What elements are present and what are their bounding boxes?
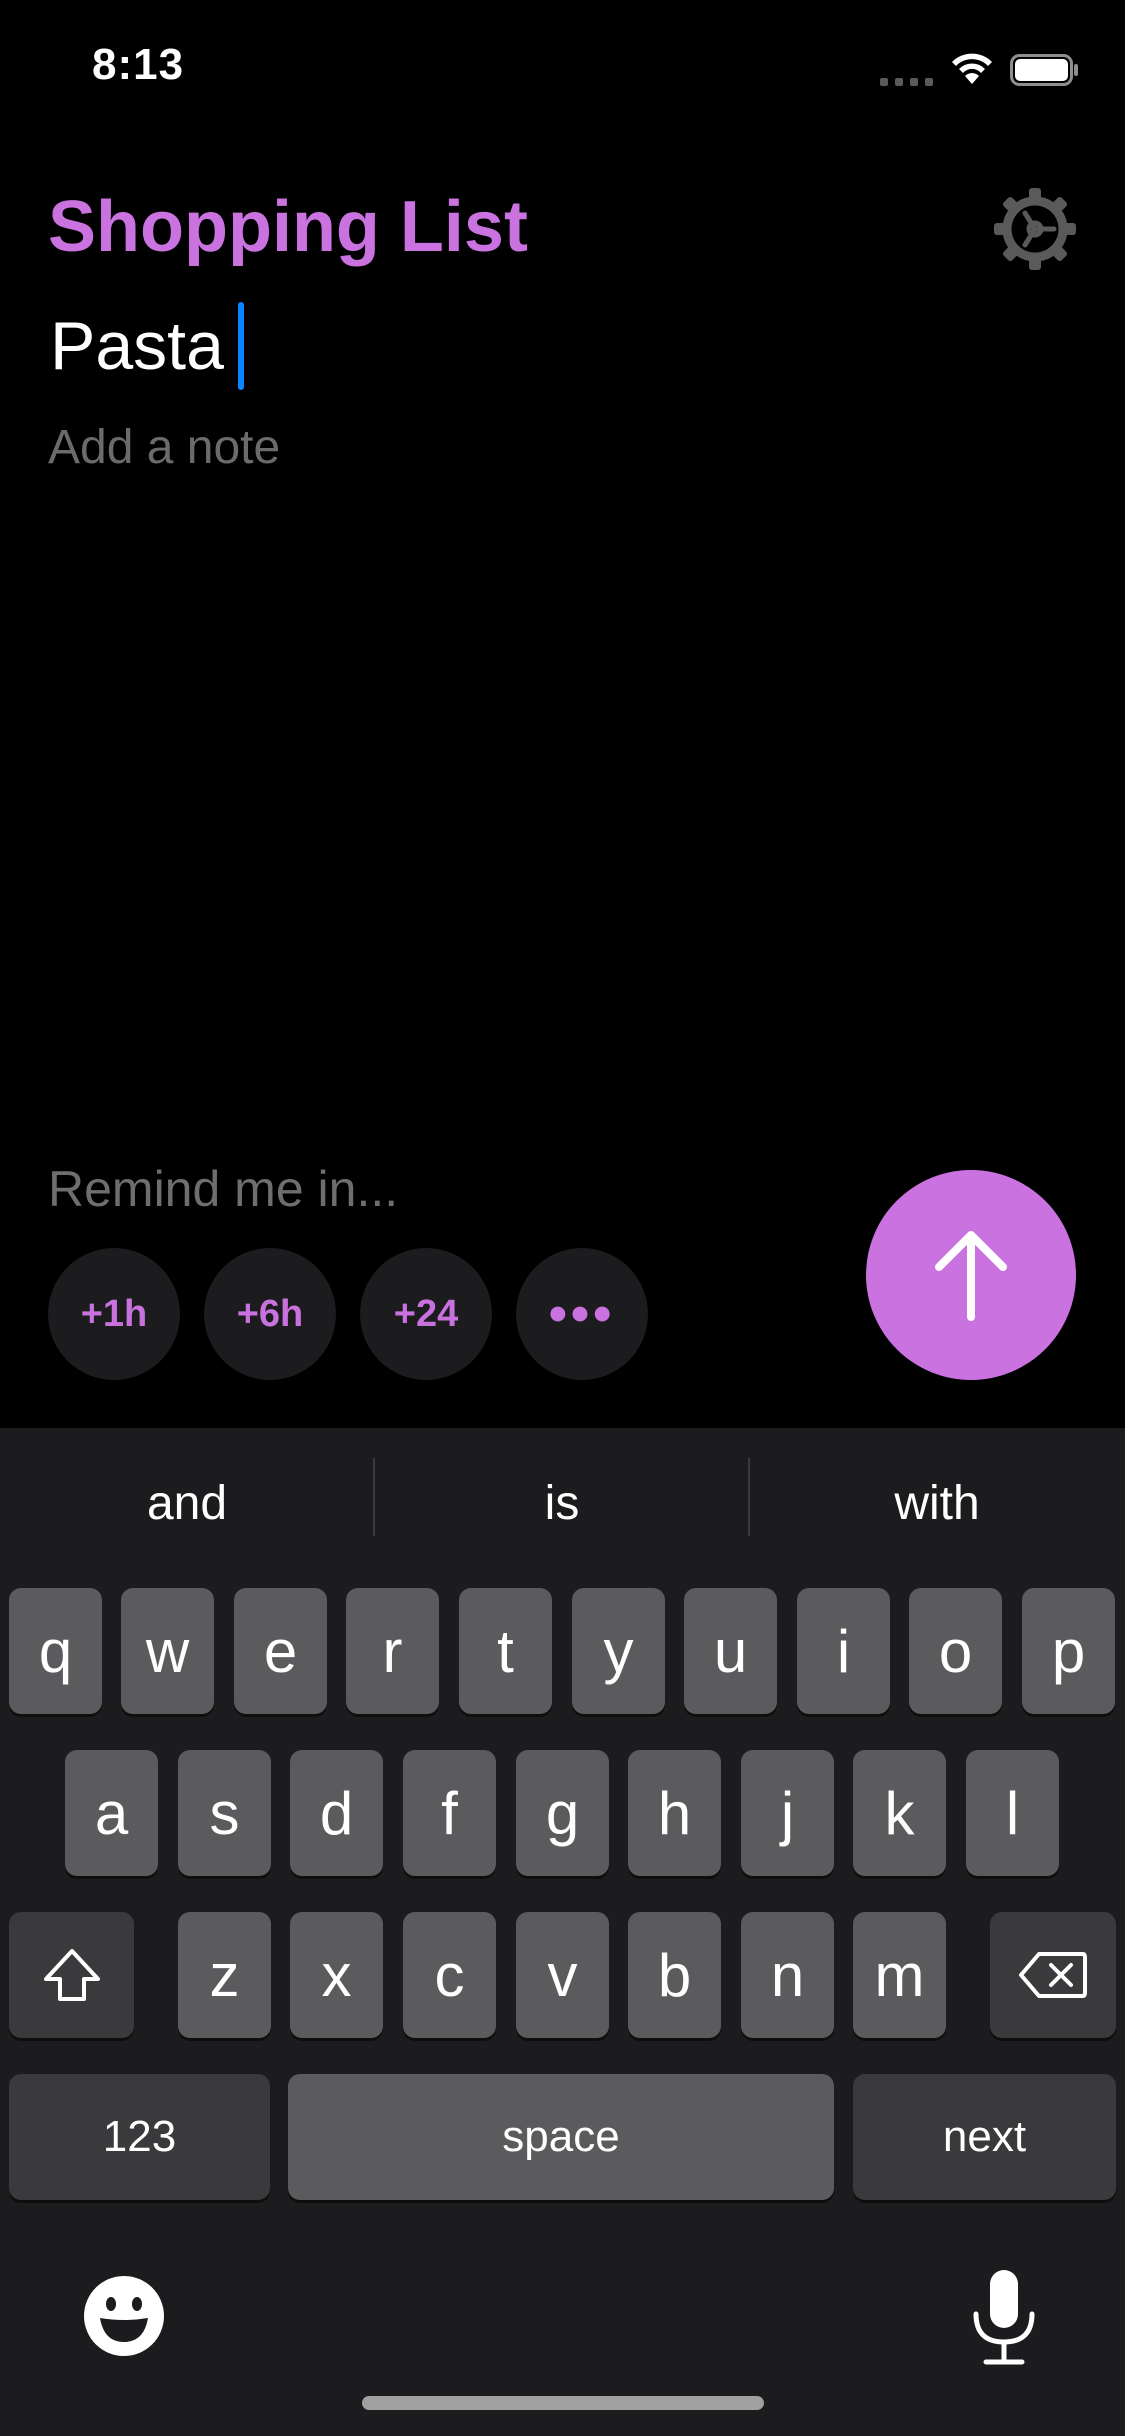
cellular-signal-icon — [880, 76, 934, 86]
battery-icon — [1010, 54, 1078, 86]
key-q[interactable]: q — [9, 1588, 102, 1714]
key-i[interactable]: i — [797, 1588, 890, 1714]
space-key[interactable]: space — [288, 2074, 834, 2200]
suggestion-and[interactable]: and — [0, 1428, 374, 1578]
key-d[interactable]: d — [290, 1750, 383, 1876]
text-cursor — [237, 302, 244, 390]
key-o[interactable]: o — [909, 1588, 1002, 1714]
key-x[interactable]: x — [290, 1912, 383, 2038]
remind-6h-button[interactable]: +6h — [204, 1248, 336, 1380]
key-m[interactable]: m — [853, 1912, 946, 2038]
key-j[interactable]: j — [741, 1750, 834, 1876]
item-title-text: Pasta — [50, 308, 224, 384]
remind-label: Remind me in... — [48, 1161, 399, 1217]
backspace-icon — [1019, 1952, 1087, 1998]
keyboard: and is with q w e r t y u i o p a s d f … — [0, 1428, 1125, 2436]
status-time: 8:13 — [92, 40, 185, 89]
suggestion-bar: and is with — [0, 1428, 1125, 1578]
key-t[interactable]: t — [459, 1588, 552, 1714]
microphone-icon — [973, 2270, 1035, 2365]
shift-icon — [43, 1949, 100, 2001]
wifi-icon — [952, 53, 992, 84]
dictation-button[interactable] — [966, 2268, 1042, 2368]
key-u[interactable]: u — [684, 1588, 777, 1714]
suggestion-with[interactable]: with — [750, 1428, 1124, 1578]
key-y[interactable]: y — [572, 1588, 665, 1714]
gear-icon — [994, 188, 1076, 270]
remind-24h-button[interactable]: +24 — [360, 1248, 492, 1380]
arrow-up-icon — [935, 1231, 1007, 1321]
key-v[interactable]: v — [516, 1912, 609, 2038]
key-s[interactable]: s — [178, 1750, 271, 1876]
shift-key[interactable] — [9, 1912, 134, 2038]
key-b[interactable]: b — [628, 1912, 721, 2038]
list-title: Shopping List — [48, 187, 528, 267]
key-k[interactable]: k — [853, 1750, 946, 1876]
submit-button[interactable] — [866, 1170, 1076, 1380]
key-f[interactable]: f — [403, 1750, 496, 1876]
note-field[interactable]: Add a note — [48, 420, 280, 475]
item-title-input[interactable]: Pasta — [50, 302, 244, 390]
remind-1h-button[interactable]: +1h — [48, 1248, 180, 1380]
next-key[interactable]: next — [853, 2074, 1116, 2200]
emoji-button[interactable] — [82, 2274, 166, 2358]
status-bar: 8:13 — [0, 0, 1125, 140]
key-a[interactable]: a — [65, 1750, 158, 1876]
home-indicator — [362, 2396, 764, 2410]
numbers-key[interactable]: 123 — [9, 2074, 270, 2200]
settings-button[interactable] — [992, 186, 1078, 272]
key-e[interactable]: e — [234, 1588, 327, 1714]
key-r[interactable]: r — [346, 1588, 439, 1714]
more-options-button[interactable]: ••• — [516, 1248, 648, 1380]
key-l[interactable]: l — [966, 1750, 1059, 1876]
key-w[interactable]: w — [121, 1588, 214, 1714]
delete-key[interactable] — [990, 1912, 1116, 2038]
key-n[interactable]: n — [741, 1912, 834, 2038]
key-z[interactable]: z — [178, 1912, 271, 2038]
emoji-icon — [84, 2276, 164, 2356]
key-g[interactable]: g — [516, 1750, 609, 1876]
key-p[interactable]: p — [1022, 1588, 1115, 1714]
suggestion-is[interactable]: is — [375, 1428, 749, 1578]
key-c[interactable]: c — [403, 1912, 496, 2038]
key-h[interactable]: h — [628, 1750, 721, 1876]
